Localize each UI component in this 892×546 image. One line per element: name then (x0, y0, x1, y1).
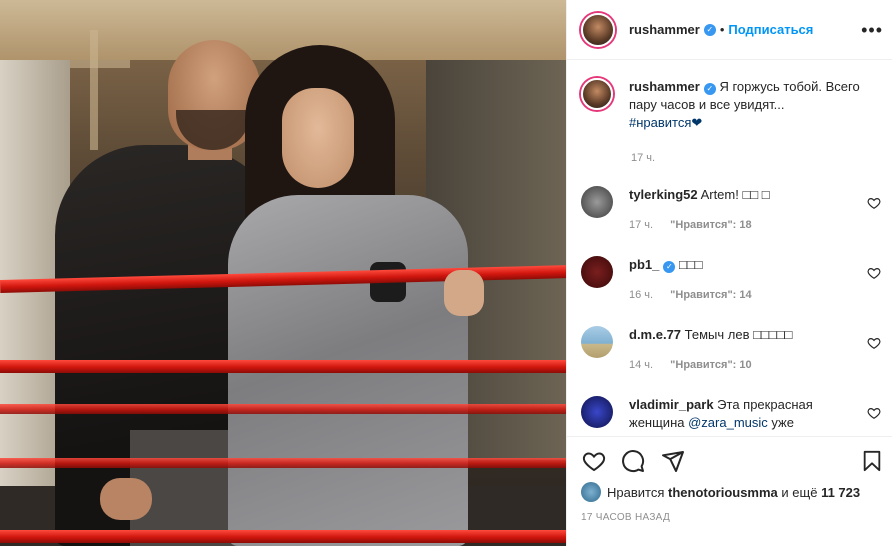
heart-icon[interactable] (581, 449, 607, 473)
commenter-avatar[interactable] (581, 256, 613, 288)
woman-face (282, 88, 354, 188)
liker-username[interactable]: thenotoriousmma (668, 485, 778, 500)
action-bar (567, 436, 892, 482)
comment-heart-icon[interactable] (867, 196, 881, 210)
ring-rope (0, 404, 566, 414)
liker-avatar[interactable] (581, 482, 601, 502)
bookmark-icon[interactable] (861, 449, 883, 473)
caption-timestamp: 17 ч. (631, 152, 656, 164)
comment-text: □□□ (678, 257, 703, 272)
comment-item: vladimir_park Эта прекрасная женщина @za… (581, 396, 881, 434)
comment-heart-icon[interactable] (867, 336, 881, 350)
post-caption: rushammer ✓ Я горжусь тобой. Всего пару ч… (581, 78, 881, 132)
comment-text: Artem! □□ □ (700, 187, 770, 202)
caption-avatar[interactable] (581, 78, 613, 110)
comment-likes[interactable]: "Нравится": 18 (670, 219, 751, 231)
likes-count[interactable]: 11 723 (821, 485, 860, 500)
post-photo[interactable] (0, 0, 566, 546)
likes-summary: Нравится thenotoriousmma и ещё 11 723 (581, 482, 860, 502)
caption-username[interactable]: rushammer (629, 79, 700, 94)
comment-likes[interactable]: "Нравится": 10 (670, 359, 751, 371)
verified-badge-icon: ✓ (703, 83, 716, 95)
comment-time: 17 ч. (629, 219, 654, 231)
separator-dot: • (719, 22, 725, 37)
ring-rope (0, 458, 566, 468)
post-date[interactable]: 17 часов назад (581, 512, 670, 523)
comment-item: tylerking52 Artem! □□ □ 17 ч. "Нравится"… (581, 186, 881, 234)
comment-icon[interactable] (621, 449, 645, 473)
comment-item: d.m.e.77 Темыч лев □□□□□ 14 ч. "Нравится… (581, 326, 881, 374)
commenter-username[interactable]: tylerking52 (629, 187, 698, 202)
likes-prefix: Нравится (607, 484, 665, 500)
commenter-avatar[interactable] (581, 396, 613, 428)
commenter-username[interactable]: vladimir_park (629, 397, 714, 412)
commenter-username[interactable]: pb1_ (629, 257, 659, 272)
comment-heart-icon[interactable] (867, 406, 881, 420)
post-details-pane: rushammer ✓ • Подписаться ••• rushammer ✓… (566, 0, 892, 546)
comment-item: pb1_ ✓ □□□ 16 ч. "Нравится": 14 (581, 256, 881, 304)
avatar[interactable] (581, 12, 615, 47)
commenter-avatar[interactable] (581, 326, 613, 358)
ceiling (0, 0, 566, 60)
comment-likes[interactable]: "Нравится": 14 (670, 289, 751, 301)
man-hand (100, 478, 152, 520)
ring-rope (0, 530, 566, 543)
likes-middle: и ещё (781, 484, 818, 500)
hashtag-link[interactable]: #нравится (629, 115, 691, 130)
mention-link[interactable]: @zara_music (688, 415, 768, 430)
woman-hand (444, 270, 484, 316)
commenter-avatar[interactable] (581, 186, 613, 218)
comment-time: 16 ч. (629, 289, 654, 301)
verified-badge-icon: ✓ (663, 261, 676, 273)
verified-badge-icon: ✓ (703, 23, 716, 36)
commenter-username[interactable]: d.m.e.77 (629, 327, 681, 342)
paper-plane-icon[interactable] (661, 449, 685, 473)
caption-text-block: rushammer ✓ Я горжусь тобой. Всего пару ч… (629, 78, 879, 132)
author-username[interactable]: rushammer (629, 22, 700, 37)
post-header: rushammer ✓ • Подписаться ••• (567, 0, 892, 60)
comment-text-tail: уже (771, 415, 794, 430)
beam (90, 30, 98, 150)
more-options-icon[interactable]: ••• (861, 20, 883, 41)
ring-rope (0, 360, 566, 373)
comment-time: 14 ч. (629, 359, 654, 371)
heart-emoji: ❤ (691, 115, 703, 130)
comment-heart-icon[interactable] (867, 266, 881, 280)
follow-button[interactable]: Подписаться (728, 22, 813, 37)
comment-text: Темыч лев □□□□□ (684, 327, 793, 342)
